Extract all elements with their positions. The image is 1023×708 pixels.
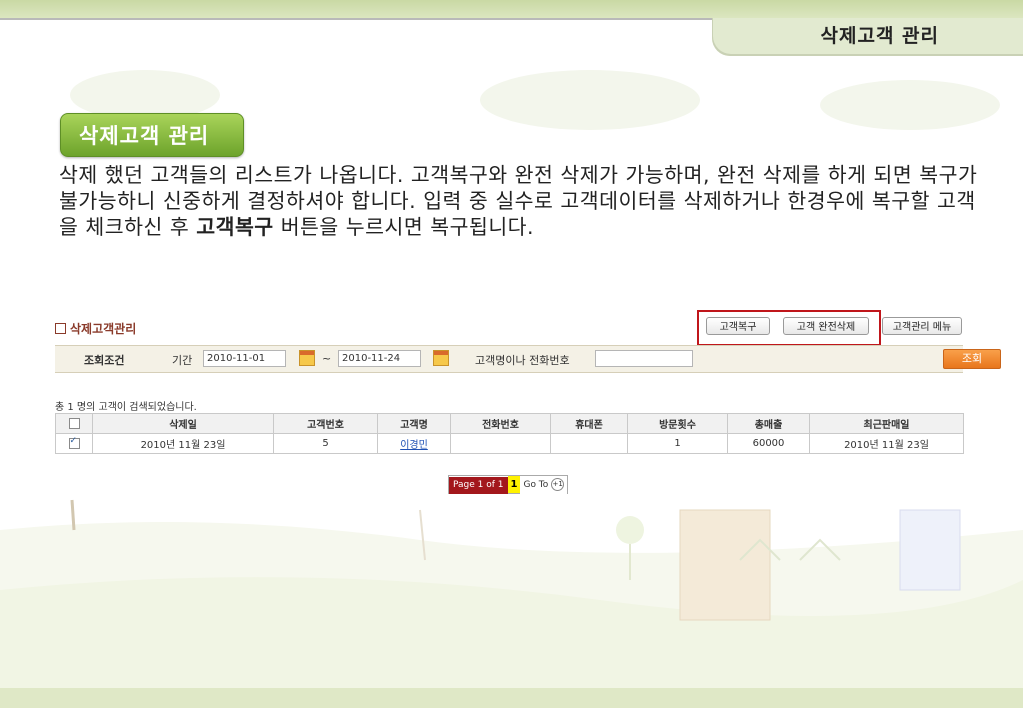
description-text-end: 버튼을 누르시면 복구됩니다. bbox=[273, 215, 535, 239]
cell-sales: 60000 bbox=[727, 433, 810, 454]
table-header-row: 삭제일 고객번호 고객명 전화번호 휴대폰 방문횟수 총매출 최근판매일 bbox=[55, 413, 964, 434]
cell-customer-no: 5 bbox=[273, 433, 378, 454]
date-from-input[interactable]: 2010-11-01 bbox=[203, 350, 286, 367]
search-bar: 조회조건 기간 2010-11-01 ~ 2010-11-24 고객명이나 전화… bbox=[55, 345, 1001, 373]
goto-label: Go To bbox=[523, 480, 549, 490]
header-last-sale: 최근판매일 bbox=[809, 413, 964, 434]
cell-mobile bbox=[550, 433, 628, 454]
select-all-header bbox=[55, 413, 93, 434]
description-emphasis: 고객복구 bbox=[196, 215, 274, 239]
square-bullet-icon bbox=[55, 323, 66, 334]
cell-last-sale: 2010년 11월 23일 bbox=[809, 433, 964, 454]
date-range-tilde: ~ bbox=[322, 352, 332, 365]
header-deleted-date: 삭제일 bbox=[92, 413, 274, 434]
bottom-bar bbox=[0, 688, 1023, 708]
page-title: 삭제고객 관리 bbox=[820, 25, 939, 47]
header-sales: 총매출 bbox=[727, 413, 810, 434]
background-landscape-illustration bbox=[0, 499, 1023, 690]
cell-deleted-date: 2010년 11월 23일 bbox=[92, 433, 274, 454]
pagination: Page 1 of 1 1 Go To +1 bbox=[448, 475, 569, 494]
goto-page-control[interactable]: Go To +1 bbox=[520, 477, 568, 494]
customer-name-link[interactable]: 이경민 bbox=[400, 440, 428, 451]
cell-visits: 1 bbox=[627, 433, 728, 454]
header-tab: 삭제고객 관리 bbox=[712, 18, 1023, 56]
section-description: 삭제 했던 고객들의 리스트가 나옵니다. 고객복구와 완전 삭제가 가능하며,… bbox=[59, 162, 979, 240]
header-phone: 전화번호 bbox=[450, 413, 551, 434]
permanent-delete-button[interactable]: 고객 완전삭제 bbox=[783, 317, 869, 335]
date-to-input[interactable]: 2010-11-24 bbox=[338, 350, 421, 367]
search-condition-label: 조회조건 bbox=[84, 354, 125, 367]
section-badge-label: 삭제고객 관리 bbox=[79, 124, 210, 148]
goto-arrow-icon[interactable]: +1 bbox=[551, 478, 565, 491]
background-cloud bbox=[820, 80, 1000, 130]
select-all-checkbox[interactable] bbox=[68, 417, 80, 429]
table-row: 2010년 11월 23일 5 이경민 1 60000 2010년 11월 23… bbox=[55, 433, 964, 454]
calendar-icon[interactable] bbox=[299, 350, 315, 366]
background-cloud bbox=[480, 70, 700, 130]
keyword-label: 고객명이나 전화번호 bbox=[475, 354, 570, 367]
restore-customer-button[interactable]: 고객복구 bbox=[706, 317, 770, 335]
period-label: 기간 bbox=[172, 354, 193, 367]
result-count: 총 1 명의 고객이 검색되었습니다. bbox=[55, 402, 197, 413]
keyword-input[interactable] bbox=[595, 350, 693, 367]
customer-menu-button[interactable]: 고객관리 메뉴 bbox=[882, 317, 962, 335]
row-select-cell bbox=[55, 433, 93, 454]
header-customer-no: 고객번호 bbox=[273, 413, 378, 434]
header-mobile: 휴대폰 bbox=[550, 413, 628, 434]
customer-table: 삭제일 고객번호 고객명 전화번호 휴대폰 방문횟수 총매출 최근판매일 201… bbox=[55, 413, 964, 454]
calendar-icon[interactable] bbox=[433, 350, 449, 366]
header-visits: 방문횟수 bbox=[627, 413, 728, 434]
header-name: 고객명 bbox=[377, 413, 451, 434]
cell-name-cell: 이경민 bbox=[377, 433, 451, 454]
panel-title: 삭제고객관리 bbox=[55, 320, 136, 337]
cell-phone bbox=[450, 433, 551, 454]
section-badge: 삭제고객 관리 bbox=[60, 113, 244, 157]
panel-title-label: 삭제고객관리 bbox=[70, 322, 137, 336]
page-indicator: Page 1 of 1 bbox=[449, 477, 508, 494]
search-button[interactable]: 조회 bbox=[943, 349, 1001, 369]
current-page-link[interactable]: 1 bbox=[507, 476, 521, 493]
top-bar bbox=[0, 0, 1023, 18]
row-checkbox[interactable] bbox=[68, 436, 80, 449]
